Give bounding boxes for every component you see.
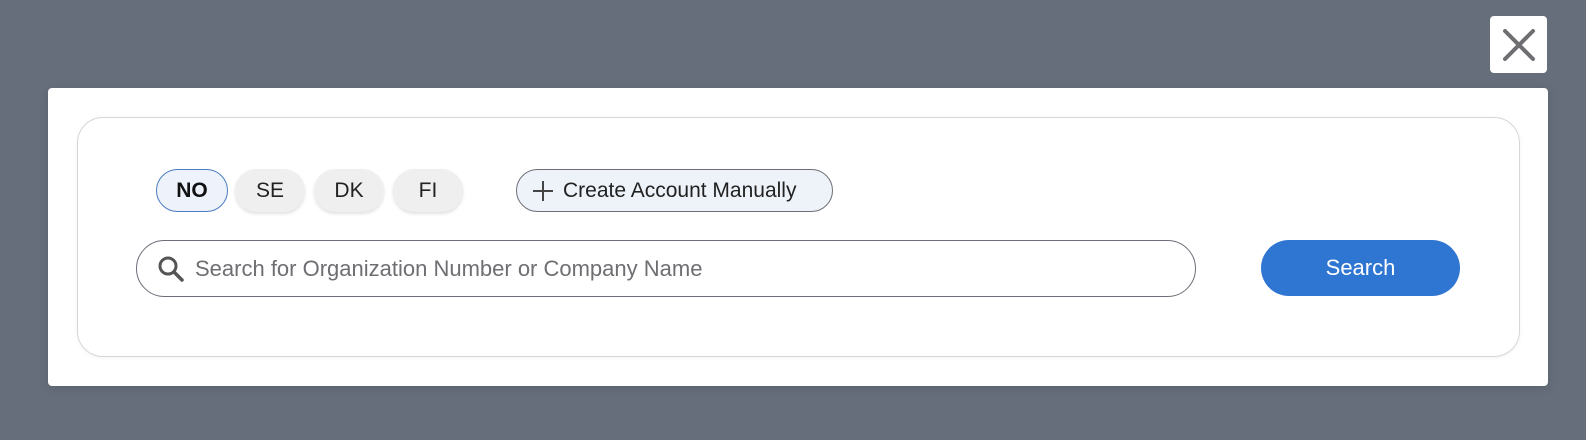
search-card: NO SE DK FI Create Account Manually Sear… [77,117,1520,357]
search-modal: NO SE DK FI Create Account Manually Sear… [48,88,1548,386]
country-pill-label: DK [334,178,364,202]
country-pill-label: SE [255,178,284,202]
search-icon [157,255,185,283]
close-button[interactable] [1490,16,1547,73]
country-pill-no[interactable]: NO [156,169,228,212]
country-pill-dk[interactable]: DK [314,169,384,212]
search-input[interactable] [195,255,1155,282]
plus-icon [532,180,554,202]
search-field[interactable] [136,240,1196,297]
create-account-label: Create Account Manually [563,178,797,202]
country-pill-label: FI [418,178,438,202]
country-pill-se[interactable]: SE [235,169,305,212]
close-icon [1502,28,1535,61]
country-pill-fi[interactable]: FI [393,169,463,212]
search-button-label: Search [1325,255,1396,280]
country-pill-label: NO [176,178,208,202]
search-button[interactable]: Search [1261,240,1460,296]
create-account-button[interactable]: Create Account Manually [516,169,833,212]
